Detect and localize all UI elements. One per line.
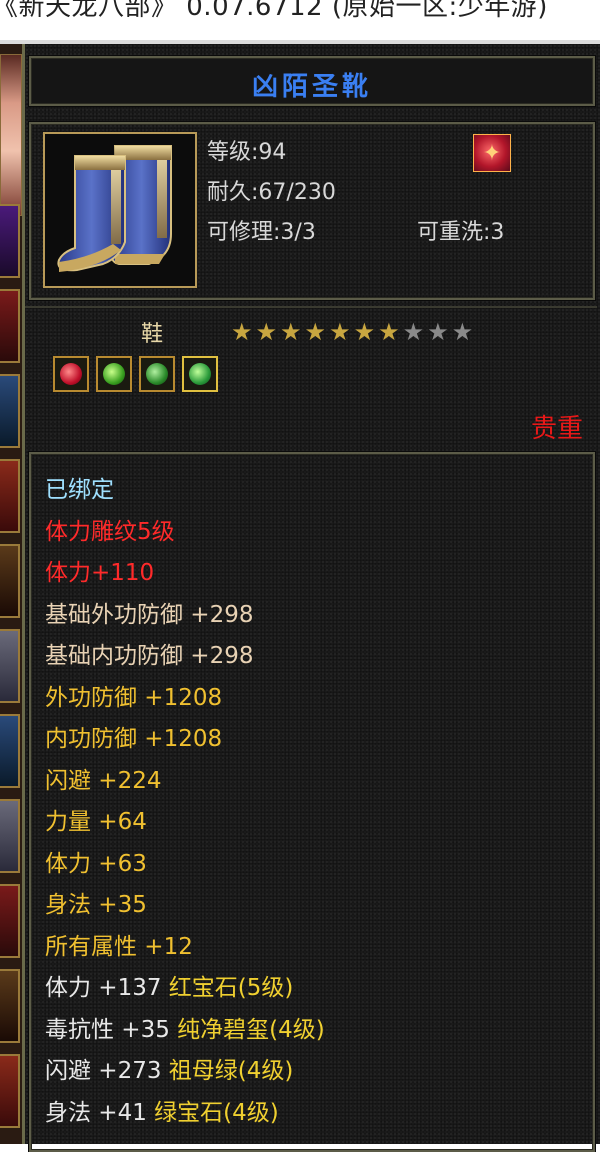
- item-repairable: 可修理:3/3: [207, 220, 316, 245]
- item-stats-box: 已绑定体力雕纹5级 体力+110 基础外功防御 +298 基础内功防御 +298 外功防…: [29, 452, 595, 1152]
- star-filled-icon: ★: [255, 318, 281, 346]
- star-filled-icon: ★: [280, 318, 305, 346]
- stat-text: 闪避 +273: [45, 1058, 169, 1084]
- equip-slot-3[interactable]: [0, 374, 20, 448]
- stat-text: 体力+110: [45, 560, 155, 586]
- equip-slot-9[interactable]: [0, 884, 20, 958]
- stat-line: 体力 +63: [45, 844, 147, 878]
- equip-slot-4[interactable]: [0, 459, 20, 533]
- star-empty-icon: ★: [451, 318, 477, 346]
- character-portrait[interactable]: [0, 54, 22, 216]
- star-empty-icon: ★: [402, 318, 428, 346]
- stat-line: 基础内功防御 +298: [45, 636, 253, 670]
- item-name: 凶陌圣靴: [251, 72, 372, 102]
- left-side-panel: [0, 44, 22, 1144]
- star-filled-icon: ★: [231, 318, 256, 346]
- stat-gem-name: 红宝石(5级): [168, 975, 294, 1001]
- equip-slot-11[interactable]: [0, 1054, 20, 1128]
- stat-line: 内功防御 +1208: [45, 719, 222, 753]
- stat-line: 基础外功防御 +298: [45, 595, 253, 629]
- red-gem-icon[interactable]: [53, 356, 89, 392]
- equip-slot-5[interactable]: [0, 544, 20, 618]
- slot-and-gems-row: 鞋 ★★★★★★★★★★ 贵重: [25, 306, 597, 444]
- stat-line: 闪避 +224: [45, 761, 161, 795]
- stat-text: 内功防御 +1208: [45, 726, 223, 752]
- item-info-box: 等级:94 耐久:67/230 可修理:3/3 可重洗:3 ✦: [29, 122, 595, 300]
- stat-text: 已绑定: [45, 477, 114, 503]
- item-rerollable: 可重洗:3: [417, 220, 505, 245]
- stat-line: 已绑定: [45, 470, 114, 504]
- stat-line: 体力 +137 红宝石(5级): [45, 968, 293, 1002]
- star-filled-icon: ★: [304, 318, 330, 346]
- equip-slot-2[interactable]: [0, 289, 20, 363]
- stat-gem-name: 祖母绿(4级): [168, 1058, 294, 1084]
- equip-slot-10[interactable]: [0, 969, 20, 1043]
- green-gem-icon[interactable]: [96, 356, 132, 392]
- stat-gem-name: 纯净碧玺(4级): [177, 1016, 325, 1043]
- stat-text: 身法 +35: [45, 892, 147, 918]
- stat-text: 闪避 +224: [45, 767, 162, 794]
- stat-line: 体力+110: [45, 553, 154, 587]
- item-name-bar: 凶陌圣靴: [29, 56, 595, 106]
- stat-text: 所有属性 +12: [45, 933, 193, 960]
- equip-slot-7[interactable]: [0, 714, 20, 788]
- star-empty-icon: ★: [427, 318, 452, 346]
- stat-text: 体力 +63: [45, 850, 147, 877]
- stat-text: 基础内功防御 +298: [45, 643, 254, 669]
- stat-text: 体力 +137: [45, 975, 169, 1001]
- stat-text: 体力雕纹5级: [45, 518, 175, 545]
- stat-text: 基础外功防御 +298: [45, 601, 254, 628]
- stat-line: 身法 +41 绿宝石(4级): [45, 1093, 279, 1127]
- item-icon: [43, 132, 197, 288]
- equip-slot-label: 鞋: [141, 322, 164, 347]
- boots-icon: [45, 134, 195, 286]
- star-rating: ★★★★★★★★★★: [231, 318, 476, 346]
- stat-gem-name: 绿宝石(4级): [154, 1099, 279, 1126]
- yellow-gem-icon[interactable]: [182, 356, 218, 392]
- gem-sockets: [53, 356, 225, 396]
- stat-text: 力量 +64: [45, 809, 147, 835]
- window-titlebar: 《新天龙八部》 0.07.6712 (原始一区:少年游): [0, 0, 600, 40]
- star-filled-icon: ★: [378, 318, 403, 346]
- stat-text: 身法 +41: [45, 1099, 155, 1126]
- stat-line: 毒抗性 +35 纯净碧玺(4级): [45, 1010, 325, 1044]
- stat-line: 身法 +35: [45, 885, 147, 919]
- rarity-label: 贵重: [530, 414, 583, 444]
- stat-line: 所有属性 +12: [45, 927, 193, 961]
- equip-slot-6[interactable]: [0, 629, 20, 703]
- window-title: 《新天龙八部》 0.07.6712 (原始一区:少年游): [0, 0, 548, 22]
- item-tooltip: 凶陌圣靴 等级:94 耐久:67/230 可修理:3/3 可重洗:3 ✦ 鞋 ★…: [22, 44, 600, 1152]
- item-level: 等级:94: [207, 140, 287, 165]
- emerald-gem-icon[interactable]: [139, 356, 175, 392]
- stat-text: 外功防御 +1208: [45, 684, 223, 711]
- star-filled-icon: ★: [353, 318, 379, 346]
- star-filled-icon: ★: [329, 318, 354, 346]
- stat-line: 体力雕纹5级: [45, 512, 175, 546]
- flame-badge-icon: ✦: [473, 134, 511, 172]
- stat-line: 力量 +64: [45, 802, 147, 836]
- equip-slot-1[interactable]: [0, 204, 20, 278]
- stat-line: 外功防御 +1208: [45, 678, 222, 712]
- equip-slot-8[interactable]: [0, 799, 20, 873]
- stat-line: 闪避 +273 祖母绿(4级): [45, 1051, 293, 1085]
- stat-text: 毒抗性 +35: [45, 1016, 178, 1043]
- item-durability: 耐久:67/230: [207, 180, 336, 205]
